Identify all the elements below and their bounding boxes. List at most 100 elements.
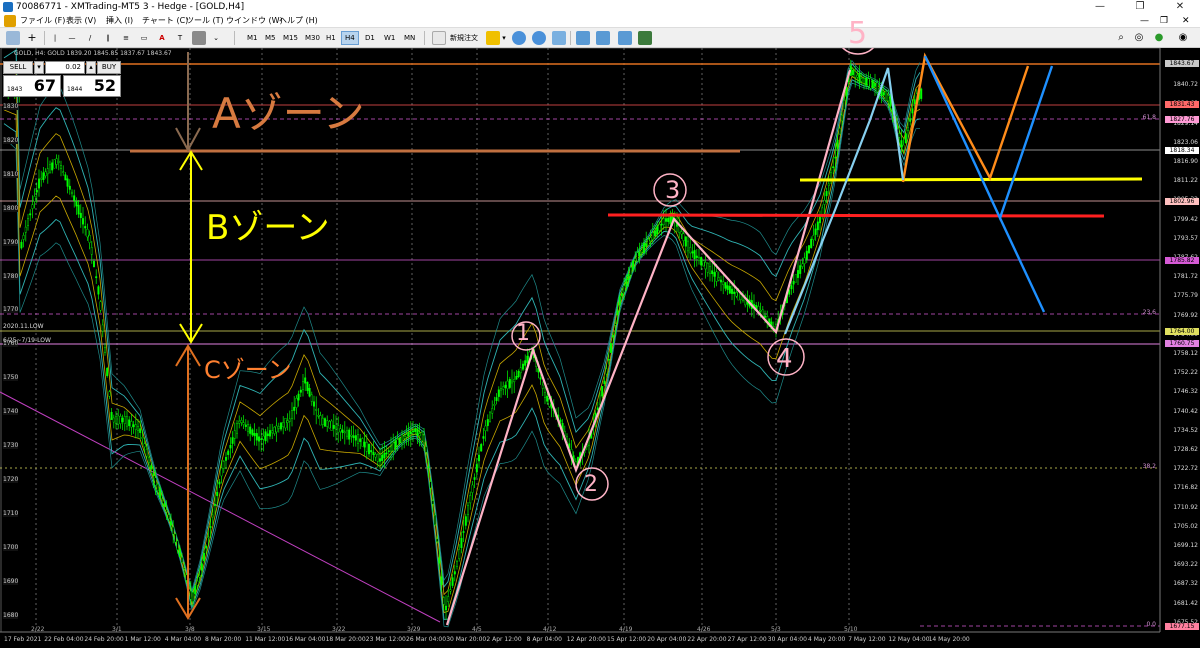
trendline-icon[interactable]: / [84, 31, 96, 45]
candle-body [860, 78, 863, 82]
signal-icon[interactable]: ● [1152, 31, 1166, 45]
price-axis-label: 1722.72 [1173, 465, 1198, 473]
price-axis-label: 1793.57 [1173, 234, 1198, 242]
week-marker-label: 3/1 [112, 626, 122, 633]
cursor-icon[interactable] [6, 31, 20, 45]
timeframe-w1[interactable]: W1 [381, 31, 398, 45]
text-icon[interactable]: A [156, 31, 168, 45]
new-order-button[interactable]: 新規注文 [447, 31, 481, 45]
candle-body [40, 177, 43, 180]
shapes-icon[interactable]: ▭ [138, 31, 150, 45]
autoscroll-icon[interactable] [576, 31, 590, 45]
search-icon[interactable]: ⌕ [1114, 31, 1128, 45]
menu-insert[interactable]: 挿入 (I) [106, 14, 133, 28]
forecast-path-blue-up [923, 55, 1054, 222]
timeframe-h1[interactable]: H1 [323, 31, 339, 45]
candle-body [904, 133, 907, 144]
candle-body [97, 286, 100, 295]
candle-body [500, 388, 503, 391]
candle-body [449, 589, 452, 592]
crosshair-icon[interactable]: + [25, 31, 39, 45]
timeframe-m15[interactable]: M15 [280, 31, 301, 45]
menu-chart[interactable]: チャート (C) [142, 14, 188, 28]
vertical-line-icon[interactable]: | [50, 31, 60, 45]
templates-icon[interactable] [638, 31, 652, 45]
candle-body [213, 504, 216, 506]
indicators-icon[interactable] [618, 31, 632, 45]
menu-window[interactable]: ウインドウ (W) [226, 14, 283, 28]
channel-icon[interactable]: ∥ [102, 31, 114, 45]
close-button[interactable]: ✕ [1160, 0, 1200, 14]
autotrading-icon[interactable] [486, 31, 500, 45]
account-icon[interactable]: ◎ [1132, 31, 1146, 45]
zoom-out-icon[interactable] [532, 31, 546, 45]
candle-body [150, 465, 153, 470]
price-chart[interactable] [0, 48, 1200, 648]
community-icon[interactable]: ◉ [1176, 31, 1190, 45]
candle-body [541, 384, 544, 389]
zone-b-label: Bゾーン [206, 208, 330, 248]
candle-body [383, 452, 386, 459]
timeframe-m5[interactable]: M5 [262, 31, 279, 45]
time-axis-label: 20 Apr 04:00 [647, 636, 687, 643]
chart-shift-icon[interactable] [596, 31, 610, 45]
label-icon[interactable]: T [174, 31, 186, 45]
candle-body [709, 266, 712, 274]
timeframe-d1[interactable]: D1 [362, 31, 378, 45]
candle-body [720, 279, 723, 283]
new-order-icon[interactable] [432, 31, 446, 45]
candle-body [370, 450, 373, 453]
candle-body [183, 568, 186, 570]
candle-body [691, 251, 694, 254]
candle-body [238, 420, 241, 424]
arrows-icon[interactable] [192, 31, 206, 45]
timeframe-m30[interactable]: M30 [302, 31, 323, 45]
lot-down-button[interactable]: ▾ [34, 61, 44, 74]
timeframe-m1[interactable]: M1 [244, 31, 261, 45]
mdi-minimize-button[interactable]: — [1140, 14, 1149, 28]
candle-body [502, 386, 505, 390]
menu-help[interactable]: ヘルプ (H) [279, 14, 318, 28]
menu-view[interactable]: 表示 (V) [66, 14, 96, 28]
left-price-label: 1720 [3, 475, 19, 483]
candle-body [361, 438, 364, 447]
price-axis-label: 1840.72 [1173, 81, 1198, 89]
autotrading-dropdown-icon[interactable]: ▾ [500, 31, 508, 45]
candle-body [911, 108, 914, 114]
zone-a-label: Aゾーン [212, 89, 365, 138]
buy-price-box[interactable]: 1844 52 [63, 75, 121, 97]
mdi-close-button[interactable]: ✕ [1182, 14, 1190, 28]
candle-body [271, 430, 274, 434]
candle-body [31, 204, 34, 209]
chart-canvas [0, 48, 1200, 648]
buy-button[interactable]: BUY [97, 61, 121, 74]
candle-body [398, 437, 401, 443]
candle-body [539, 377, 542, 380]
grid-icon[interactable] [552, 31, 566, 45]
candle-body [909, 118, 912, 122]
fibonacci-icon[interactable]: ≡ [120, 31, 132, 45]
maximize-button[interactable]: ❐ [1120, 0, 1160, 14]
candle-body [222, 461, 225, 469]
candle-body [794, 274, 797, 283]
candle-body [902, 144, 905, 151]
fibonacci-level-label: 23.6 [1142, 309, 1156, 316]
lot-input[interactable]: 0.02 [45, 61, 85, 74]
candle-body [497, 389, 500, 397]
timeframe-h4[interactable]: H4 [341, 31, 359, 45]
sell-price-box[interactable]: 1843 67 [3, 75, 61, 97]
sell-button[interactable]: SELL [3, 61, 33, 74]
candle-body [286, 420, 289, 423]
mdi-maximize-button[interactable]: ❐ [1160, 14, 1168, 28]
lot-up-button[interactable]: ▴ [86, 61, 96, 74]
zoom-in-icon[interactable] [512, 31, 526, 45]
menu-tools[interactable]: ツール (T) [186, 14, 224, 28]
minimize-button[interactable]: — [1080, 0, 1120, 14]
candle-body [273, 426, 276, 434]
candle-body [88, 234, 91, 243]
horizontal-line-icon[interactable]: — [66, 31, 78, 45]
more-tools-icon[interactable]: ⌄ [210, 31, 222, 45]
menu-file[interactable]: ファイル (F) [20, 14, 65, 28]
time-axis-label: 30 Mar 20:00 [446, 636, 487, 643]
timeframe-mn[interactable]: MN [401, 31, 418, 45]
